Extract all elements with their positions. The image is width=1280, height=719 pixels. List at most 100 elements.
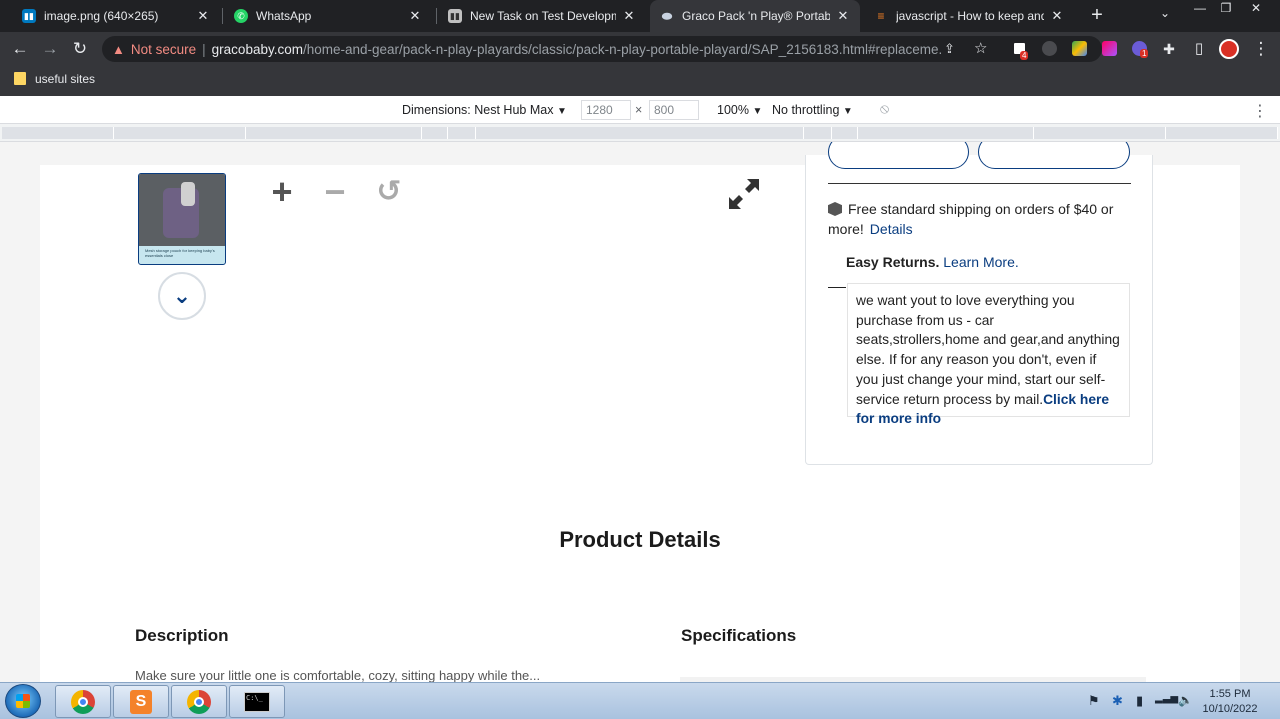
learn-more-link[interactable]: Learn More. <box>943 254 1018 270</box>
media-query-segment[interactable] <box>448 127 476 139</box>
whatsapp-icon: ✆ <box>234 9 248 23</box>
option-button[interactable] <box>828 142 969 169</box>
zoom-out-icon[interactable]: − <box>320 174 350 210</box>
media-query-segment[interactable] <box>1034 127 1166 139</box>
throttling-select[interactable]: No throttling ▼ <box>772 103 853 117</box>
tab-title: WhatsApp <box>256 9 312 23</box>
chrome-menu-icon[interactable]: ⋮ <box>1250 38 1272 60</box>
profile-avatar[interactable] <box>1219 39 1239 59</box>
product-thumbnail[interactable]: Mesh storage pouch for keeping baby's es… <box>138 173 226 265</box>
close-icon[interactable]: ✕ <box>408 8 422 24</box>
chevron-down-icon: ⌄ <box>172 283 192 308</box>
side-panel-icon[interactable]: ▯ <box>1188 38 1210 60</box>
tab-title: New Task on Test Development <box>470 9 616 23</box>
address-bar[interactable]: ▲ Not secure | gracobaby.com /home-and-g… <box>102 36 1102 62</box>
media-query-segment[interactable] <box>114 127 246 139</box>
action-center-flag-icon[interactable]: ⚑ <box>1088 693 1100 709</box>
divider <box>828 287 846 288</box>
close-icon[interactable]: ✕ <box>196 8 210 24</box>
specifications-heading: Specifications <box>681 626 797 645</box>
battery-icon[interactable]: ▮ <box>1136 693 1143 709</box>
media-query-segment[interactable] <box>246 127 422 139</box>
security-status[interactable]: Not secure <box>131 42 196 57</box>
bookmarks-bar: useful sites <box>0 65 1280 96</box>
tab-title: image.png (640×265) <box>44 9 159 23</box>
rotate-icon[interactable]: ⦸ <box>880 100 889 117</box>
extensions-puzzle-icon[interactable]: ✚ <box>1158 38 1180 60</box>
tab-javascript[interactable]: ≡ javascript - How to keep and h ✕ <box>864 0 1074 32</box>
close-icon[interactable]: ✕ <box>622 8 636 24</box>
windows-logo-icon <box>16 694 30 708</box>
minimize-button[interactable]: — <box>1186 0 1214 18</box>
more-options-icon[interactable]: ⋮ <box>1252 101 1268 121</box>
bluetooth-icon[interactable]: ✱ <box>1112 693 1123 709</box>
media-query-segment[interactable] <box>2 127 114 139</box>
new-tab-button[interactable]: + <box>1086 4 1108 26</box>
restore-button[interactable]: ❐ <box>1212 0 1240 18</box>
back-button[interactable]: ← <box>9 38 31 60</box>
start-button[interactable] <box>5 684 41 718</box>
caret-down-icon: ▼ <box>842 106 853 117</box>
media-query-segment[interactable] <box>804 127 832 139</box>
tab-whatsapp[interactable]: ✆ WhatsApp ✕ <box>224 0 432 32</box>
thumbnail-bottle <box>181 182 195 206</box>
page-viewport: Mesh storage pouch for keeping baby's es… <box>0 142 1280 682</box>
fullscreen-icon[interactable] <box>725 175 763 213</box>
description-text: Make sure your little one is comfortable… <box>135 668 541 682</box>
device-dimensions-label: Dimensions: Nest Hub Max <box>402 103 554 117</box>
volume-icon[interactable]: 🔈 <box>1178 693 1193 707</box>
system-clock[interactable]: 1:55 PM 10/10/2022 <box>1195 687 1265 717</box>
device-dimensions-select[interactable]: Dimensions: Nest Hub Max ▼ <box>402 103 567 117</box>
media-query-segment[interactable] <box>422 127 448 139</box>
tab-search-icon[interactable]: ⌄ <box>1160 6 1170 20</box>
zoom-select[interactable]: 100% ▼ <box>717 103 762 117</box>
zoom-in-icon[interactable]: + <box>267 174 297 210</box>
clock-time: 1:55 PM <box>1209 688 1251 700</box>
device-toolbar: Dimensions: Nest Hub Max ▼ 1280 × 800 10… <box>0 96 1280 124</box>
caret-down-icon: ▼ <box>556 106 567 117</box>
reload-button[interactable]: ↻ <box>69 38 91 60</box>
taskbar-cmd[interactable]: C:\_ <box>229 685 285 718</box>
bookmark-useful-sites[interactable]: useful sites <box>35 72 95 86</box>
warning-icon: ▲ <box>112 41 125 57</box>
close-icon[interactable]: ✕ <box>1050 8 1064 24</box>
thumbnail-scroll-down-button[interactable]: ⌄ <box>158 272 206 320</box>
throttling-label: No throttling <box>772 103 840 117</box>
share-icon[interactable]: ⇪ <box>944 41 955 57</box>
browser-toolbar: ← → ↻ ▲ Not secure | gracobaby.com /home… <box>0 32 1280 65</box>
shipping-details-link[interactable]: Details <box>870 221 913 237</box>
tab-graco[interactable]: ⬬ Graco Pack 'n Play® Portable P ✕ <box>650 0 860 32</box>
media-query-segment[interactable] <box>476 127 804 139</box>
device-height-input[interactable]: 800 <box>649 100 699 120</box>
caret-down-icon: ▼ <box>752 106 763 117</box>
taskbar-sublime[interactable]: S <box>113 685 169 718</box>
graco-icon: ⬬ <box>661 8 673 23</box>
tab-image-png[interactable]: ▮▮ image.png (640×265) ✕ <box>12 0 220 32</box>
extension-color-picker-icon[interactable] <box>1072 41 1087 56</box>
returns-tooltip: we want yout to love everything you purc… <box>847 283 1130 426</box>
media-query-bar <box>0 124 1280 142</box>
extension-screenshot-icon[interactable]: 4 <box>1012 41 1029 60</box>
tab-new-task[interactable]: ▮▮ New Task on Test Development ✕ <box>438 0 646 32</box>
extension-gear-icon[interactable] <box>1042 41 1057 56</box>
shipping-info: Free standard shipping on orders of $40 … <box>828 199 1118 239</box>
tab-title: javascript - How to keep and h <box>896 9 1044 23</box>
close-icon[interactable]: ✕ <box>836 8 850 24</box>
extension-bug-icon[interactable]: 1 <box>1132 41 1149 58</box>
extension-badge: 4 <box>1020 51 1029 60</box>
network-signal-icon[interactable]: ▂▃▅ <box>1155 693 1178 704</box>
media-query-segment[interactable] <box>832 127 858 139</box>
taskbar-chrome-1[interactable] <box>55 685 111 718</box>
taskbar-chrome-2[interactable] <box>171 685 227 718</box>
bookmark-star-icon[interactable]: ☆ <box>974 39 987 57</box>
forward-button[interactable]: → <box>39 38 61 60</box>
reset-zoom-icon[interactable]: ↺ <box>374 177 404 207</box>
option-button[interactable] <box>978 142 1130 169</box>
buy-box: Free standard shipping on orders of $40 … <box>805 142 1153 465</box>
media-query-segment[interactable] <box>858 127 1034 139</box>
window-close-button[interactable]: ✕ <box>1242 0 1270 18</box>
media-query-segment[interactable] <box>1166 127 1278 139</box>
device-width-input[interactable]: 1280 <box>581 100 631 120</box>
divider <box>828 183 1131 184</box>
extension-gradient-icon[interactable] <box>1102 41 1117 56</box>
